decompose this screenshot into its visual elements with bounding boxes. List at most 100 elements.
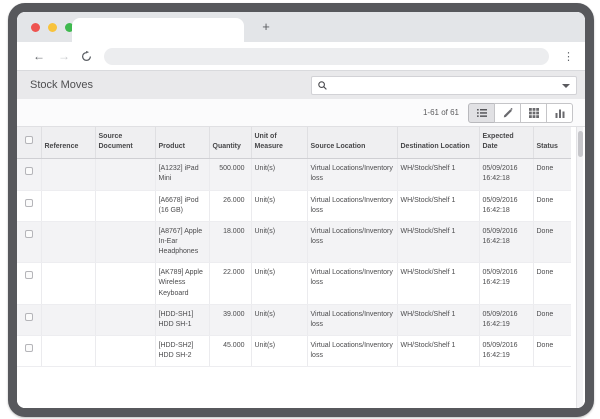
cell-quantity: 18.000: [209, 221, 251, 262]
table-row[interactable]: [A6678] iPod (16 GB) 26.000 Unit(s) Virt…: [17, 190, 571, 221]
cell-status: Done: [533, 190, 571, 221]
new-tab-button[interactable]: +: [257, 18, 275, 36]
cell-uom: Unit(s): [251, 221, 307, 262]
search-icon: [318, 81, 327, 90]
kanban-view-button[interactable]: [520, 103, 547, 123]
table-row[interactable]: [A8767] Apple In-Ear Headphones 18.000 U…: [17, 221, 571, 262]
cell-status: Done: [533, 304, 571, 335]
forward-icon[interactable]: →: [56, 49, 72, 63]
cell-reference: [41, 304, 95, 335]
column-header-reference[interactable]: Reference: [41, 127, 95, 159]
cell-expected-date: 05/09/2016 16:42:18: [479, 190, 533, 221]
cell-status: Done: [533, 159, 571, 190]
cell-product: [A8767] Apple In-Ear Headphones: [155, 221, 209, 262]
row-checkbox[interactable]: [25, 344, 33, 352]
browser-tab[interactable]: [72, 18, 244, 42]
column-header-destination-location[interactable]: Destination Location: [397, 127, 479, 159]
close-window-button[interactable]: [31, 23, 40, 32]
column-header-uom[interactable]: Unit of Measure: [251, 127, 307, 159]
tab-strip: +: [17, 12, 585, 42]
column-header-source-location[interactable]: Source Location: [307, 127, 397, 159]
cell-quantity: 39.000: [209, 304, 251, 335]
search-dropdown-caret-icon[interactable]: [562, 84, 570, 88]
cell-product: [HDD-SH1] HDD SH-1: [155, 304, 209, 335]
column-header-source-document[interactable]: Source Document: [95, 127, 155, 159]
cell-source-document: [95, 159, 155, 190]
table-row[interactable]: [HDD-SH1] HDD SH-1 39.000 Unit(s) Virtua…: [17, 304, 571, 335]
cell-uom: Unit(s): [251, 335, 307, 366]
column-header-status[interactable]: Status: [533, 127, 571, 159]
minimize-window-button[interactable]: [48, 23, 57, 32]
browser-window: + ← → ⋮ Stock Moves: [8, 3, 594, 417]
cell-expected-date: 05/09/2016 16:42:18: [479, 221, 533, 262]
cell-destination-location: WH/Stock/Shelf 1: [397, 335, 479, 366]
form-view-icon: [503, 108, 513, 118]
cell-quantity: 22.000: [209, 263, 251, 304]
cell-product: [HDD-SH2] HDD SH-2: [155, 335, 209, 366]
search-input[interactable]: [331, 81, 562, 90]
cell-destination-location: WH/Stock/Shelf 1: [397, 304, 479, 335]
form-view-button[interactable]: [494, 103, 521, 123]
row-checkbox[interactable]: [25, 167, 33, 175]
cell-source-document: [95, 190, 155, 221]
table-row[interactable]: [HDD-SH2] HDD SH-2 45.000 Unit(s) Virtua…: [17, 335, 571, 366]
cell-quantity: 26.000: [209, 190, 251, 221]
cell-source-location: Virtual Locations/Inventory loss: [307, 190, 397, 221]
browser-menu-icon[interactable]: ⋮: [563, 50, 573, 63]
column-header-product[interactable]: Product: [155, 127, 209, 159]
row-checkbox[interactable]: [25, 230, 33, 238]
cell-expected-date: 05/09/2016 16:42:19: [479, 335, 533, 366]
cell-reference: [41, 159, 95, 190]
cell-quantity: 45.000: [209, 335, 251, 366]
kanban-view-icon: [529, 108, 539, 118]
scrollbar-thumb[interactable]: [578, 131, 583, 157]
graph-view-button[interactable]: [546, 103, 573, 123]
cell-source-document: [95, 263, 155, 304]
cell-product: [A1232] iPad Mini: [155, 159, 209, 190]
cell-destination-location: WH/Stock/Shelf 1: [397, 159, 479, 190]
stock-moves-table: Reference Source Document Product Quanti…: [17, 127, 571, 367]
page-title: Stock Moves: [30, 79, 93, 91]
cell-status: Done: [533, 263, 571, 304]
table-row[interactable]: [A1232] iPad Mini 500.000 Unit(s) Virtua…: [17, 159, 571, 190]
cell-source-document: [95, 335, 155, 366]
cell-source-location: Virtual Locations/Inventory loss: [307, 335, 397, 366]
search-box[interactable]: [311, 76, 577, 95]
browser-toolbar: ← → ⋮: [17, 42, 585, 70]
select-all-checkbox[interactable]: [25, 136, 33, 144]
vertical-scrollbar[interactable]: [576, 127, 583, 408]
address-bar[interactable]: [104, 48, 549, 65]
cell-source-location: Virtual Locations/Inventory loss: [307, 159, 397, 190]
cell-reference: [41, 221, 95, 262]
cell-quantity: 500.000: [209, 159, 251, 190]
reload-icon[interactable]: [81, 51, 92, 62]
cell-product: [A6678] iPod (16 GB): [155, 190, 209, 221]
cell-expected-date: 05/09/2016 16:42:18: [479, 159, 533, 190]
cell-source-location: Virtual Locations/Inventory loss: [307, 263, 397, 304]
cell-destination-location: WH/Stock/Shelf 1: [397, 190, 479, 221]
graph-view-icon: [555, 108, 565, 118]
list-view-button[interactable]: [468, 103, 495, 123]
column-header-quantity[interactable]: Quantity: [209, 127, 251, 159]
view-switcher: [468, 103, 573, 123]
cell-reference: [41, 263, 95, 304]
pager: 1-61 of 61: [423, 108, 459, 117]
cell-status: Done: [533, 221, 571, 262]
cell-reference: [41, 190, 95, 221]
cell-uom: Unit(s): [251, 159, 307, 190]
cell-source-location: Virtual Locations/Inventory loss: [307, 221, 397, 262]
cell-product: [AK789] Apple Wireless Keyboard: [155, 263, 209, 304]
cell-reference: [41, 335, 95, 366]
table-row[interactable]: [AK789] Apple Wireless Keyboard 22.000 U…: [17, 263, 571, 304]
back-icon[interactable]: ←: [31, 49, 47, 63]
row-checkbox[interactable]: [25, 199, 33, 207]
row-checkbox[interactable]: [25, 271, 33, 279]
app-header: Stock Moves: [17, 70, 585, 99]
table-header-row: Reference Source Document Product Quanti…: [17, 127, 571, 159]
column-header-expected-date[interactable]: Expected Date: [479, 127, 533, 159]
cell-status: Done: [533, 335, 571, 366]
window-controls: [31, 23, 74, 32]
cell-destination-location: WH/Stock/Shelf 1: [397, 221, 479, 262]
row-checkbox[interactable]: [25, 313, 33, 321]
cell-source-document: [95, 304, 155, 335]
